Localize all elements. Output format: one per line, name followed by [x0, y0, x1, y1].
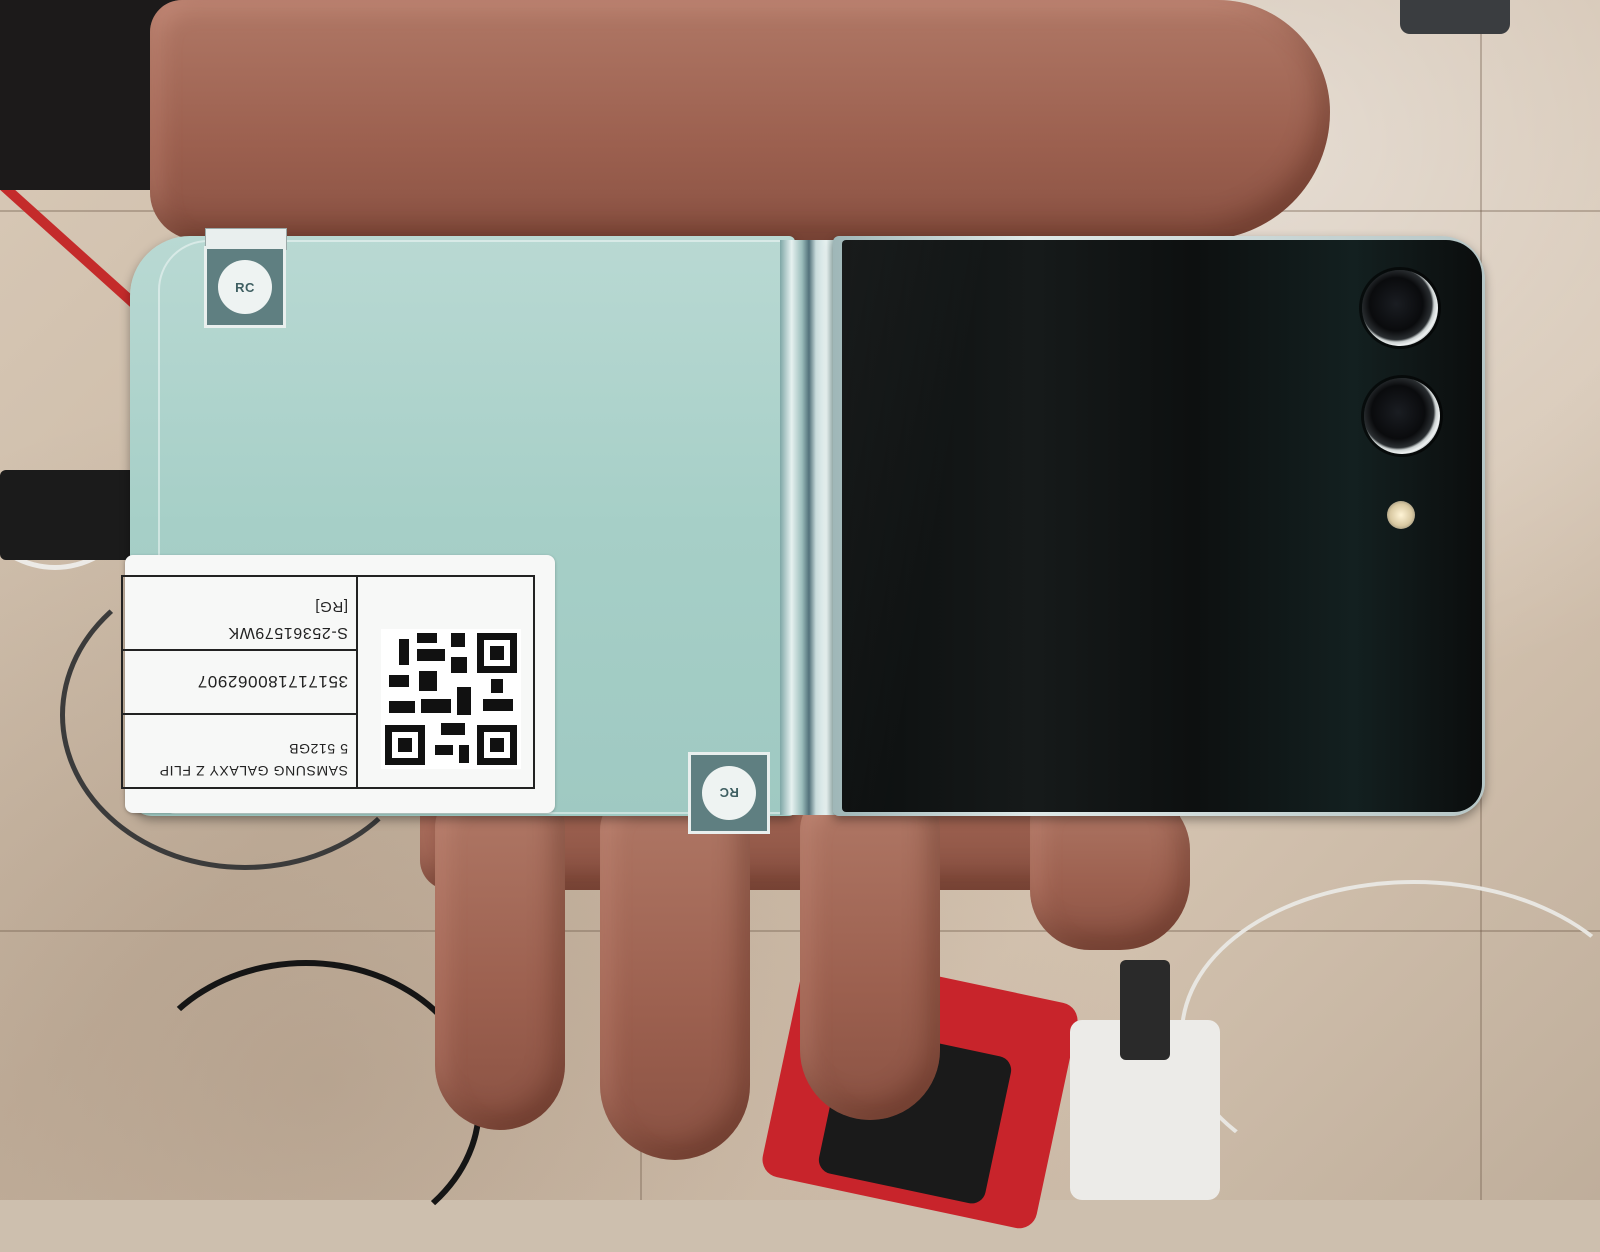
imei-text: 351717180062907	[197, 672, 348, 691]
photo-scene: RC RC SAMSUNG GALAXY Z FLIP 5 512GB 3517…	[0, 0, 1600, 1252]
camera-lens-top-icon	[1362, 270, 1438, 346]
thumb	[150, 0, 1330, 240]
warranty-seal-icon: RC	[688, 752, 770, 834]
badge-mark: RC	[702, 766, 756, 820]
phone-hinge	[780, 240, 838, 815]
camera-lens-bottom-icon	[1364, 378, 1440, 454]
finger-middle	[600, 790, 750, 1160]
badge-mark: RC	[218, 260, 272, 314]
flash-icon	[1387, 501, 1415, 529]
label-divider	[123, 713, 358, 715]
label-divider	[356, 577, 358, 787]
serial-text: S-25361579WK	[227, 624, 348, 641]
label-rotated: SAMSUNG GALAXY Z FLIP 5 512GB 3517171800…	[121, 555, 555, 813]
qr-code-icon	[381, 629, 521, 769]
finger-ring	[800, 790, 940, 1120]
label-frame: SAMSUNG GALAXY Z FLIP 5 512GB 3517171800…	[121, 575, 535, 789]
black-plug	[0, 470, 140, 560]
label-divider	[123, 649, 358, 651]
region-text: [RG]	[314, 598, 348, 615]
model-text: SAMSUNG GALAXY Z FLIP	[159, 763, 348, 779]
storage-text: 5 512GB	[288, 741, 348, 757]
top-corner-device	[1400, 0, 1510, 34]
product-label-sticker: SAMSUNG GALAXY Z FLIP 5 512GB 3517171800…	[121, 555, 555, 813]
black-cable	[130, 960, 482, 1252]
finger-index	[435, 790, 565, 1130]
warranty-seal-icon: RC	[204, 246, 286, 328]
black-adapter	[1120, 960, 1170, 1060]
